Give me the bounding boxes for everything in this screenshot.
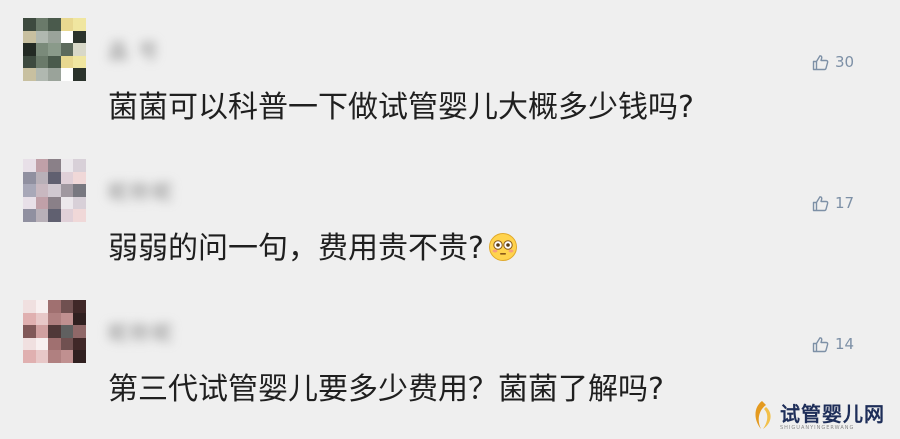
like-button[interactable]: 30: [812, 52, 854, 72]
avatar-pixel: [35, 68, 49, 81]
thumbs-up-icon: [812, 336, 829, 353]
avatar-pixel: [35, 159, 49, 172]
avatar-pixel: [60, 159, 74, 172]
avatar-pixel: [60, 337, 74, 351]
brand-name: 试管婴儿网: [780, 402, 885, 426]
avatar-pixel: [73, 43, 86, 56]
avatar-pixel: [35, 209, 49, 222]
comment-item: 昵称昵 17 弱弱的问一句，费用贵不贵?: [0, 141, 900, 281]
avatar-pixel: [73, 350, 86, 363]
avatar-pixel: [73, 337, 86, 351]
avatar-pixel: [23, 196, 36, 210]
avatar-pixel: [23, 184, 36, 197]
avatar-pixel: [35, 300, 49, 313]
avatar-pixel: [73, 312, 86, 326]
avatar-pixel: [23, 43, 36, 56]
thumbs-up-icon: [812, 54, 829, 71]
avatar-pixel: [35, 55, 49, 69]
avatar-pixel: [73, 171, 86, 185]
like-button[interactable]: 17: [812, 193, 854, 213]
avatar-pixel: [23, 159, 36, 172]
avatar-pixel: [48, 68, 61, 81]
avatar-pixel: [60, 350, 74, 363]
like-count: 17: [835, 194, 855, 212]
avatar-pixel: [48, 350, 61, 363]
avatar-pixel: [48, 337, 61, 351]
nickname: 昵称昵: [108, 321, 174, 345]
avatar-pixel: [35, 30, 49, 44]
avatar-pixel: [60, 184, 74, 197]
like-count: 14: [835, 335, 855, 353]
avatar-pixel: [73, 30, 86, 44]
avatar-pixel: [23, 68, 36, 81]
avatar-pixel: [48, 325, 61, 338]
avatar-pixel: [73, 55, 86, 69]
avatar-pixel: [35, 43, 49, 56]
avatar-pixel: [73, 325, 86, 338]
comment-text: 第三代试管婴儿要多少费用？菌菌了解吗?: [108, 372, 664, 407]
avatar-pixel: [35, 184, 49, 197]
avatar-pixel: [23, 171, 36, 185]
avatar-pixel: [35, 196, 49, 210]
avatar-pixel: [48, 55, 61, 69]
avatar-pixel: [60, 68, 74, 81]
avatar-pixel: [48, 18, 61, 31]
avatar-pixel: [48, 184, 61, 197]
avatar-pixel: [60, 30, 74, 44]
avatar-pixel: [60, 300, 74, 313]
nickname: 晶 号: [108, 39, 161, 63]
comment-text: 弱弱的问一句，费用贵不贵?: [108, 229, 518, 273]
avatar-pixel: [23, 325, 36, 338]
avatar-pixel: [73, 68, 86, 81]
avatar-pixel: [23, 312, 36, 326]
avatar-pixel: [23, 300, 36, 313]
avatar-pixel: [35, 350, 49, 363]
avatar-pixel: [35, 18, 49, 31]
avatar-pixel: [73, 159, 86, 172]
avatar-pixel: [48, 30, 61, 44]
avatar-pixel: [60, 43, 74, 56]
avatar-pixel: [23, 30, 36, 44]
avatar-pixel: [60, 325, 74, 338]
avatar-pixel: [35, 325, 49, 338]
avatar-pixel: [23, 350, 36, 363]
avatar-pixel: [60, 312, 74, 326]
avatar-pixel: [48, 159, 61, 172]
avatar-pixel: [35, 312, 49, 326]
avatar-pixel: [23, 209, 36, 222]
avatar-pixel: [73, 18, 86, 31]
avatar-pixel: [48, 300, 61, 313]
avatar-pixel: [60, 196, 74, 210]
avatar[interactable]: [23, 18, 86, 81]
avatar-pixel: [48, 171, 61, 185]
avatar-pixel: [23, 337, 36, 351]
flushed-face-icon: [488, 232, 518, 273]
avatar-pixel: [48, 312, 61, 326]
comment-text: 菌菌可以科普一下做试管婴儿大概多少钱吗?: [108, 90, 694, 125]
avatar-pixel: [73, 300, 86, 313]
avatar-pixel: [48, 43, 61, 56]
brand-logo-icon: [748, 399, 778, 435]
like-count: 30: [835, 53, 855, 71]
avatar-pixel: [60, 171, 74, 185]
thumbs-up-icon: [812, 195, 829, 212]
avatar-pixel: [35, 337, 49, 351]
avatar-pixel: [60, 55, 74, 69]
avatar-pixel: [60, 18, 74, 31]
nickname: 昵称昵: [108, 180, 174, 204]
site-watermark: 试管婴儿网 SHIGUANYINGERWANG: [748, 400, 892, 434]
avatar[interactable]: [23, 300, 86, 363]
avatar-pixel: [60, 209, 74, 222]
avatar-pixel: [73, 184, 86, 197]
avatar[interactable]: [23, 159, 86, 222]
avatar-pixel: [23, 55, 36, 69]
avatar-pixel: [23, 18, 36, 31]
avatar-pixel: [48, 196, 61, 210]
avatar-pixel: [35, 171, 49, 185]
avatar-pixel: [73, 209, 86, 222]
comment-item: 晶 号 30 菌菌可以科普一下做试管婴儿大概多少钱吗?: [0, 0, 900, 140]
like-button[interactable]: 14: [812, 334, 854, 354]
avatar-pixel: [48, 209, 61, 222]
avatar-pixel: [73, 196, 86, 210]
